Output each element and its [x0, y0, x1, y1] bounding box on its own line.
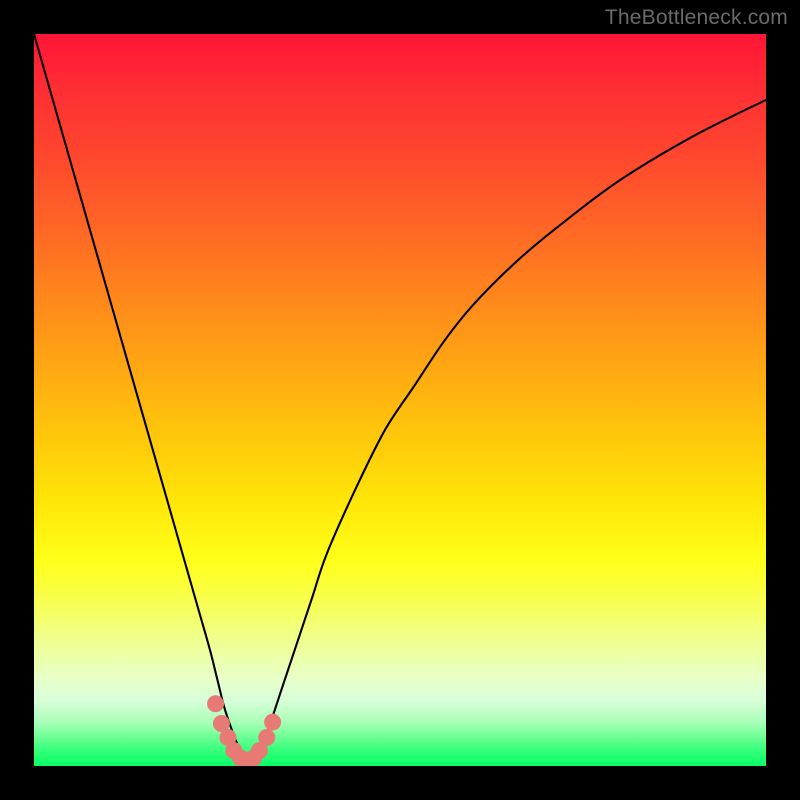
plot-area [34, 34, 766, 766]
chart-svg [34, 34, 766, 766]
valley-marker [258, 729, 275, 746]
valley-marker [264, 714, 281, 731]
watermark-text: TheBottleneck.com [605, 6, 788, 30]
valley-marker [207, 695, 224, 712]
bottleneck-curve [34, 34, 766, 760]
valley-markers [207, 695, 281, 766]
outer-frame: TheBottleneck.com [0, 0, 800, 800]
